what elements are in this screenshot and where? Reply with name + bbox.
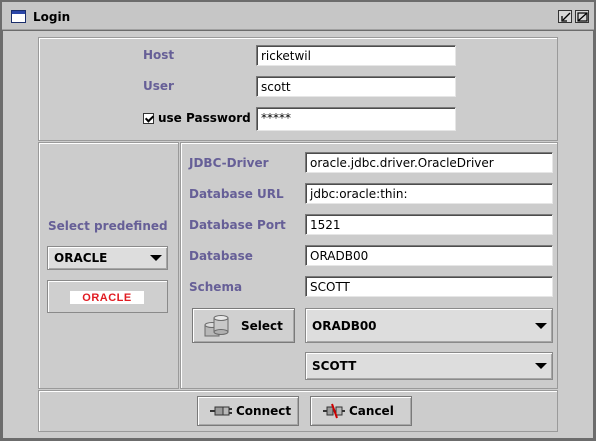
chevron-down-icon <box>150 255 162 261</box>
window-title: Login <box>33 10 71 24</box>
select-button-label: Select <box>241 318 283 333</box>
predefined-select[interactable]: ORACLE <box>47 246 168 270</box>
jdbc-driver-label: JDBC-Driver <box>189 156 269 170</box>
schema-combo[interactable]: SCOTT <box>305 352 553 380</box>
schema-input[interactable]: SCOTT <box>305 276 553 297</box>
predefined-select-value: ORACLE <box>54 251 108 265</box>
oracle-logo-panel: ORACLE <box>47 280 168 313</box>
use-password-checkbox[interactable] <box>143 113 154 124</box>
password-input[interactable]: ***** <box>256 107 456 131</box>
oracle-logo-text: ORACLE <box>82 292 132 304</box>
select-button[interactable]: Select <box>192 308 295 343</box>
oracle-logo: ORACLE <box>70 291 144 304</box>
connect-button-label: Connect <box>236 404 292 418</box>
details-panel: JDBC-Driver oracle.jdbc.driver.OracleDri… <box>180 142 558 389</box>
jdbc-driver-input[interactable]: oracle.jdbc.driver.OracleDriver <box>305 152 553 173</box>
cancel-button[interactable]: Cancel <box>310 396 412 426</box>
database-label: Database <box>189 249 253 263</box>
login-window: Login Host ricketwil User scott use Pass… <box>0 0 596 441</box>
dialog-content: Host ricketwil User scott use Password *… <box>3 31 593 438</box>
window-icon <box>11 10 26 23</box>
use-password-label: use Password <box>158 111 251 125</box>
host-input[interactable]: ricketwil <box>256 45 456 66</box>
cancel-button-label: Cancel <box>349 404 394 418</box>
button-panel: Connect Cancel <box>38 390 558 432</box>
database-port-label: Database Port <box>189 218 286 232</box>
schema-label: Schema <box>189 280 243 294</box>
user-label: User <box>143 79 174 93</box>
connect-button[interactable]: Connect <box>197 396 299 426</box>
chevron-down-icon <box>535 363 547 369</box>
title-bar[interactable]: Login <box>2 2 594 30</box>
chevron-down-icon <box>535 322 547 329</box>
host-label: Host <box>143 48 175 62</box>
user-input[interactable]: scott <box>256 76 456 97</box>
database-url-label: Database URL <box>189 187 284 201</box>
maximize-icon[interactable] <box>575 10 589 23</box>
minimize-icon[interactable] <box>558 10 572 23</box>
database-url-input[interactable]: jdbc:oracle:thin: <box>305 183 553 204</box>
plug-icon <box>210 405 232 420</box>
unplug-icon <box>323 403 345 422</box>
predefined-panel: Select predefined ORACLE ORACLE <box>38 142 179 389</box>
database-port-input[interactable]: 1521 <box>305 214 553 235</box>
select-predefined-label: Select predefined <box>48 219 168 233</box>
database-input[interactable]: ORADB00 <box>305 245 553 266</box>
database-combo[interactable]: ORADB00 <box>305 308 553 343</box>
database-combo-value: ORADB00 <box>312 318 377 333</box>
database-icon <box>204 314 232 341</box>
schema-combo-value: SCOTT <box>312 359 357 373</box>
connection-panel: Host ricketwil User scott use Password *… <box>38 37 558 141</box>
